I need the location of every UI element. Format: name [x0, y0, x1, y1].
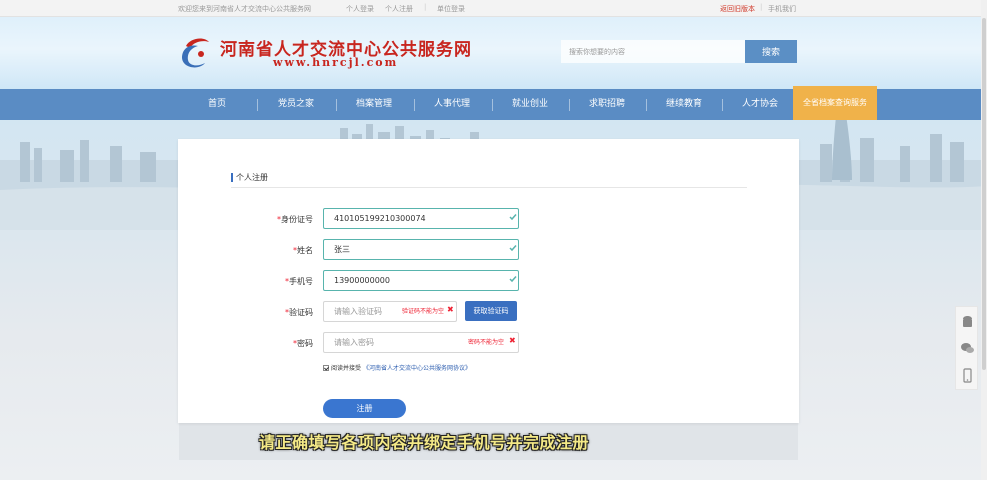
code-error-text: 验证码不能为空 [402, 308, 445, 315]
logo-icon[interactable] [178, 36, 214, 70]
nav-divider [569, 99, 570, 111]
section-title: 个人注册 [231, 171, 747, 188]
agreement-text: 阅读并接受 [331, 365, 362, 372]
search-input[interactable] [561, 40, 745, 63]
name-field[interactable] [323, 239, 519, 260]
password-label: *密码 [293, 339, 313, 348]
scrollbar-thumb[interactable] [982, 18, 986, 370]
side-toolbar [955, 306, 978, 390]
site-url: www.hnrcjl.com [273, 56, 399, 69]
mobile-icon[interactable] [959, 367, 976, 384]
agreement-checkbox[interactable] [323, 365, 329, 371]
nav-item-education[interactable]: 继续教育 [658, 89, 710, 120]
nav-divider [722, 99, 723, 111]
nav-item-party[interactable]: 党员之家 [270, 89, 322, 120]
old-version-link[interactable]: 返回旧版本 [720, 4, 755, 14]
topbar-divider: | [424, 3, 427, 11]
mobile-link[interactable]: 手机我们 [768, 4, 796, 14]
password-row: *密码 密码不能为空 ✖ [178, 332, 799, 354]
section-title-text: 个人注册 [236, 173, 268, 182]
check-icon [509, 276, 517, 283]
personal-register-link[interactable]: 个人注册 [385, 4, 413, 14]
register-button[interactable]: 注册 [323, 399, 406, 418]
nav-divider [492, 99, 493, 111]
code-label: *验证码 [285, 308, 313, 317]
password-error-text: 密码不能为空 [468, 339, 505, 346]
site-header: 河南省人才交流中心公共服务网 www.hnrcjl.com 搜索 [0, 17, 987, 89]
nav-divider [646, 99, 647, 111]
nav-divider [414, 99, 415, 111]
id-number-field[interactable] [323, 208, 519, 229]
wechat-icon[interactable] [959, 340, 976, 357]
error-x-icon: ✖ [447, 305, 454, 314]
caption-subtitle: 请正确填写各项内容并绑定手机号并完成注册 [259, 433, 590, 452]
nav-divider [336, 99, 337, 111]
agreement-link[interactable]: 《河南省人才交流中心公共服务网协议》 [363, 365, 471, 372]
nav-item-home[interactable]: 首页 [196, 89, 238, 120]
phone-field[interactable] [323, 270, 519, 291]
welcome-text: 欢迎您来到河南省人才交流中心公共服务网 [178, 5, 311, 13]
search-button[interactable]: 搜索 [745, 40, 797, 63]
get-code-button[interactable]: 获取验证码 [465, 301, 517, 321]
check-icon [509, 214, 517, 221]
id-label: *身份证号 [277, 215, 313, 224]
register-card: 个人注册 *身份证号 *姓名 *手机号 *验证码 验证码不能为空 ✖ 获取验证码… [178, 139, 799, 423]
check-icon [509, 245, 517, 252]
error-x-icon: ✖ [509, 336, 516, 345]
nav-divider [257, 99, 258, 111]
nav-item-employment[interactable]: 就业创业 [504, 89, 556, 120]
title-accent-bar [231, 173, 233, 182]
personal-login-link[interactable]: 个人登录 [346, 4, 374, 14]
topbar-divider: | [760, 3, 763, 11]
id-row: *身份证号 [178, 208, 799, 230]
android-icon[interactable] [959, 313, 976, 330]
phone-row: *手机号 [178, 270, 799, 292]
top-bar: 欢迎您来到河南省人才交流中心公共服务网 个人登录 个人注册 | 单位登录 返回旧… [0, 0, 987, 17]
nav-item-archives[interactable]: 档案管理 [348, 89, 400, 120]
nav-item-association[interactable]: 人才协会 [734, 89, 786, 120]
name-label: *姓名 [293, 246, 313, 255]
nav-item-personnel[interactable]: 人事代理 [426, 89, 478, 120]
phone-label: *手机号 [285, 277, 313, 286]
org-login-link[interactable]: 单位登录 [437, 4, 465, 14]
name-row: *姓名 [178, 239, 799, 261]
agreement-row: 阅读并接受 《河南省人才交流中心公共服务网协议》 [323, 363, 471, 372]
nav-item-jobs[interactable]: 求职招聘 [581, 89, 633, 120]
nav-item-archive-query[interactable]: 全省档案查询服务 [793, 86, 877, 120]
